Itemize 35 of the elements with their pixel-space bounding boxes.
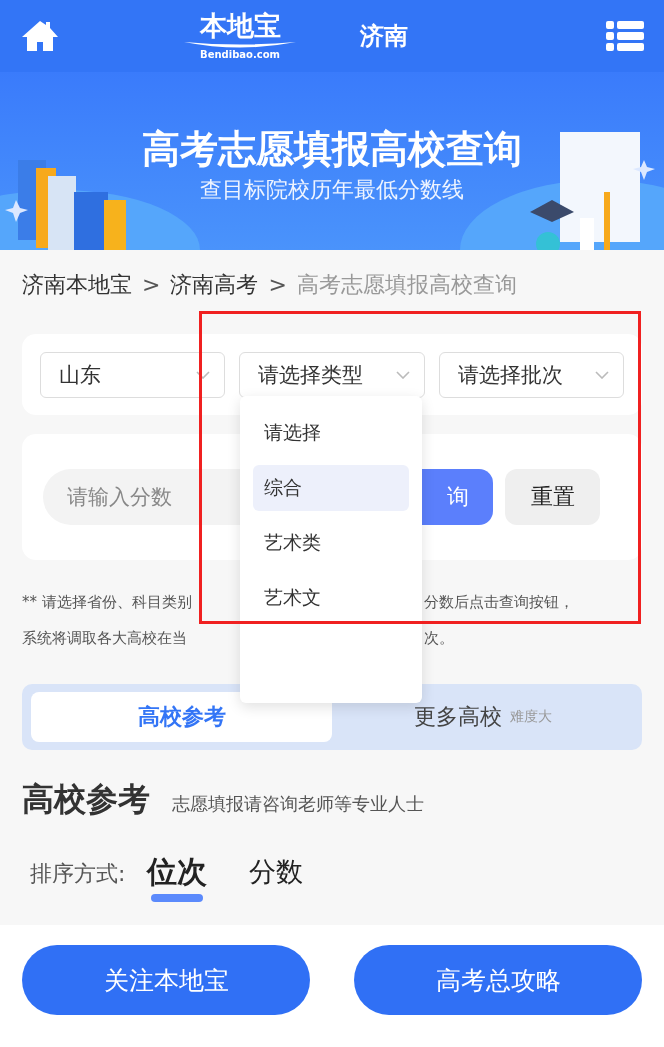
dropdown-option[interactable]: 请选择 [253, 410, 409, 456]
sort-label: 排序方式: [30, 860, 126, 888]
note-text: 次。 [424, 628, 455, 649]
chevron-icon [196, 370, 211, 379]
breadcrumb-link[interactable]: 济南本地宝 [22, 268, 132, 302]
chevron-icon [395, 370, 410, 379]
city-name: 济南 [360, 21, 408, 52]
sort-option[interactable]: 位次 [147, 852, 208, 892]
breadcrumb-separator: > [268, 271, 287, 299]
select-field[interactable]: 山东 [40, 351, 226, 398]
banner-subtitle: 查目标院校历年最低分数线 [200, 176, 464, 204]
breadcrumb-link[interactable]: 济南高考 [170, 268, 259, 302]
breadcrumb-separator: > [142, 271, 161, 299]
section-subtitle: 志愿填报请咨询老师等专业人士 [172, 792, 424, 816]
sort-underline [151, 894, 204, 902]
home-icon[interactable] [20, 19, 60, 53]
dropdown-option[interactable]: 艺术文 [253, 575, 409, 621]
dropdown-option[interactable]: 综合 [253, 465, 409, 511]
note-text: 系统将调取各大高校在当 [22, 628, 188, 649]
select-field[interactable]: 请选择批次 [438, 351, 624, 398]
tab-note: 难度大 [509, 708, 552, 726]
logo-domain: Bendibao.com [200, 49, 280, 61]
tab[interactable]: 高校参考 [31, 692, 332, 742]
section-title: 高校参考 [22, 779, 150, 820]
note-text: ** 请选择省份、科目类别 [22, 592, 193, 613]
footer-button[interactable]: 关注本地宝 [22, 945, 310, 1015]
reset-button[interactable]: 重置 [505, 469, 600, 525]
tab[interactable]: 更多高校 难度大 [332, 692, 633, 742]
banner-title: 高考志愿填报高校查询 [142, 126, 522, 173]
logo-text: 本地宝 [199, 11, 281, 41]
footer-button[interactable]: 高考总攻略 [354, 945, 642, 1015]
menu-icon[interactable] [606, 21, 644, 51]
note-text: 分数后点击查询按钮， [424, 592, 575, 613]
chevron-icon [595, 370, 609, 379]
sort-option[interactable]: 分数 [249, 852, 304, 892]
